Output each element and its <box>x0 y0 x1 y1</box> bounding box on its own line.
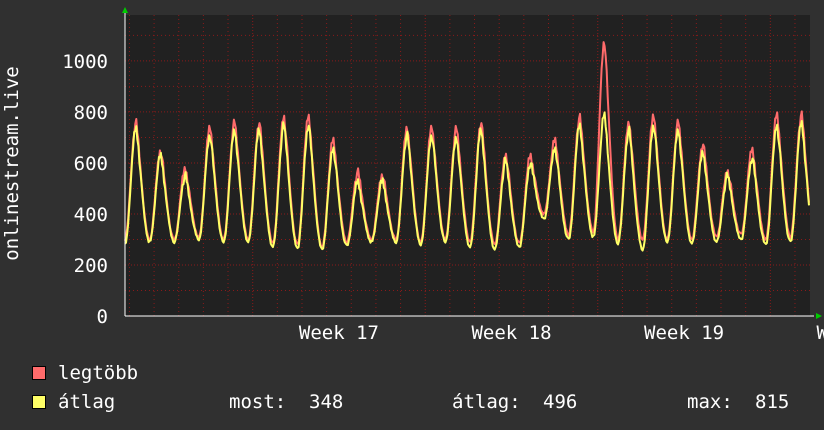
legend-swatch-legtobb <box>32 366 46 380</box>
stat-avg-value: 496 <box>543 391 578 413</box>
stat-avg-label: átlag: <box>452 391 521 413</box>
y-tick-label: 0 <box>97 306 108 328</box>
x-tick-label: Week 17 <box>299 322 379 344</box>
y-tick-labels: 0 200 400 600 800 1000 <box>62 51 108 328</box>
y-tick-label: 400 <box>74 204 108 226</box>
legend-label-legtobb: legtöbb <box>58 362 139 384</box>
y-axis-label: onlinestream.live <box>1 66 23 260</box>
y-tick-label: 200 <box>74 255 108 277</box>
x-tick-label: Week 19 <box>644 322 724 344</box>
legend-label-atlag: átlag <box>58 391 116 413</box>
x-axis-arrow-icon <box>816 313 822 319</box>
y-tick-label: 600 <box>74 153 108 175</box>
stat-max-value: 815 <box>755 391 790 413</box>
stat-max-label: max: <box>687 391 733 413</box>
stat-now-label: most: <box>229 391 287 413</box>
x-tick-label: Week 18 <box>471 322 551 344</box>
stat-now-value: 348 <box>309 391 344 413</box>
x-tick-label: Week 20 <box>817 322 824 344</box>
y-axis-arrow-icon <box>122 7 128 13</box>
y-tick-label: 800 <box>74 102 108 124</box>
y-tick-label: 1000 <box>62 51 108 73</box>
legend-swatch-atlag <box>32 395 46 409</box>
plot-area <box>125 15 810 316</box>
x-tick-labels: Week 17 Week 18 Week 19 Week 20 <box>299 322 824 344</box>
